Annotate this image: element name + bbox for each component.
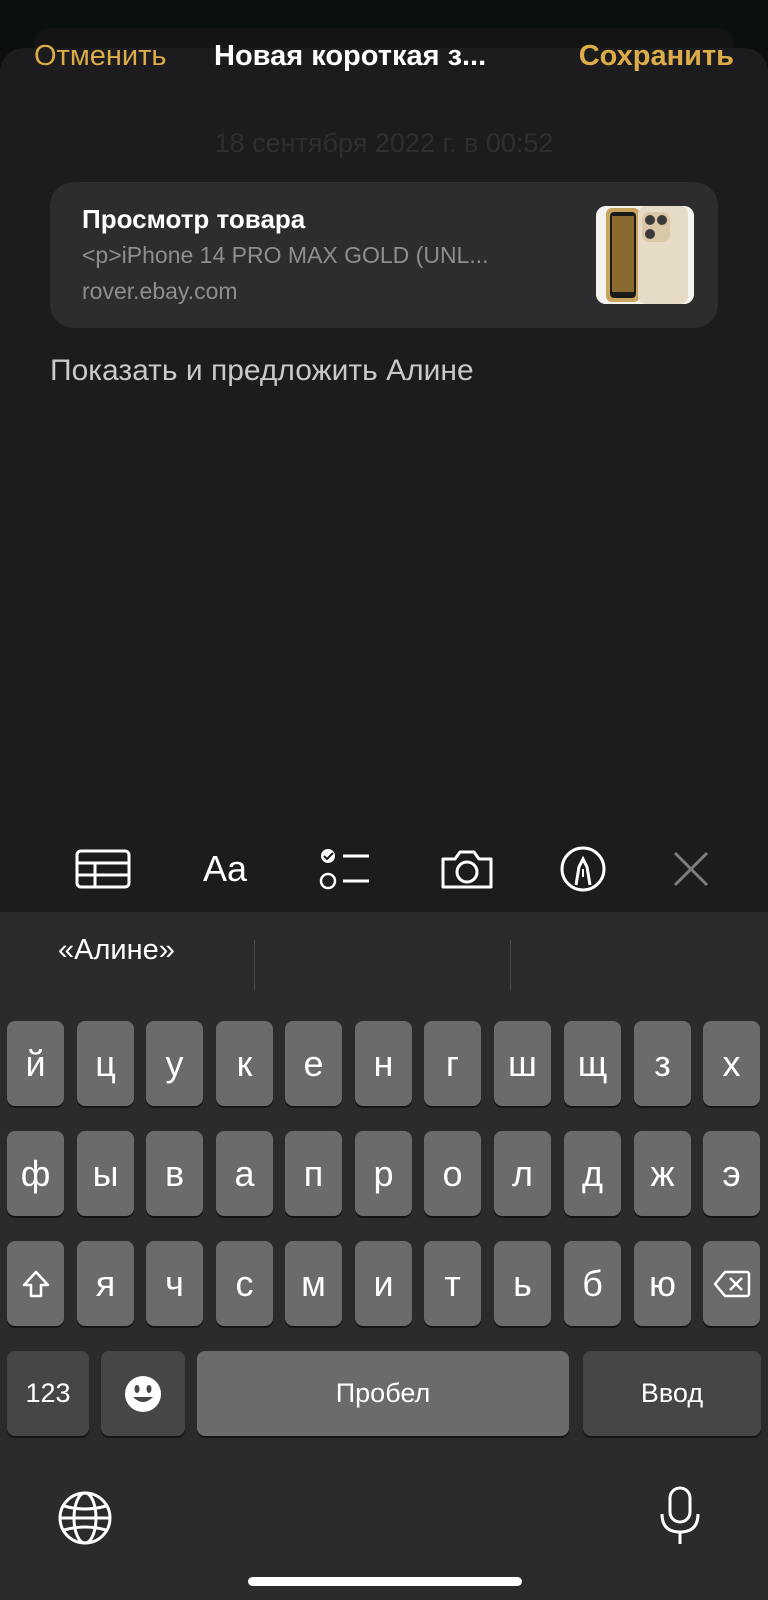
key[interactable]: э: [703, 1131, 760, 1216]
suggestion-item[interactable]: «Алине»: [58, 934, 175, 967]
key[interactable]: м: [285, 1241, 342, 1326]
page-title: Новая короткая з...: [214, 40, 487, 72]
delete-key[interactable]: [703, 1241, 760, 1326]
checklist-icon[interactable]: [312, 836, 378, 902]
key[interactable]: щ: [564, 1021, 621, 1106]
table-icon[interactable]: [70, 836, 136, 902]
home-indicator: [248, 1577, 522, 1586]
key[interactable]: н: [355, 1021, 412, 1106]
key[interactable]: о: [424, 1131, 481, 1216]
space-key[interactable]: Пробел: [197, 1351, 569, 1436]
key[interactable]: е: [285, 1021, 342, 1106]
key[interactable]: ч: [146, 1241, 203, 1326]
shift-icon: [22, 1270, 49, 1297]
suggestion-bar: «Алине»: [0, 912, 768, 1002]
key[interactable]: й: [7, 1021, 64, 1106]
close-icon[interactable]: [658, 836, 724, 902]
note-toolbar: Aa: [0, 836, 768, 902]
key[interactable]: л: [494, 1131, 551, 1216]
key[interactable]: у: [146, 1021, 203, 1106]
note-body-text[interactable]: Показать и предложить Алине: [50, 354, 474, 388]
save-button[interactable]: Сохранить: [579, 40, 734, 73]
key[interactable]: ы: [77, 1131, 134, 1216]
key[interactable]: и: [355, 1241, 412, 1326]
key[interactable]: р: [355, 1131, 412, 1216]
key[interactable]: с: [216, 1241, 273, 1326]
key[interactable]: я: [77, 1241, 134, 1326]
key[interactable]: х: [703, 1021, 760, 1106]
link-preview-card[interactable]: Просмотр товара <p>iPhone 14 PRO MAX GOL…: [50, 182, 718, 328]
key[interactable]: п: [285, 1131, 342, 1216]
cancel-button[interactable]: Отменить: [34, 40, 167, 73]
key[interactable]: в: [146, 1131, 203, 1216]
return-key[interactable]: Ввод: [583, 1351, 761, 1436]
key[interactable]: т: [424, 1241, 481, 1326]
key[interactable]: г: [424, 1021, 481, 1106]
key[interactable]: ю: [634, 1241, 691, 1326]
shift-key[interactable]: [7, 1241, 64, 1326]
key[interactable]: ф: [7, 1131, 64, 1216]
key[interactable]: ц: [77, 1021, 134, 1106]
link-card-title: Просмотр товара: [82, 204, 306, 234]
link-card-description: <p>iPhone 14 PRO MAX GOLD (UNL...: [82, 242, 489, 268]
camera-icon[interactable]: [434, 836, 500, 902]
key[interactable]: б: [564, 1241, 621, 1326]
markup-pen-icon[interactable]: [550, 836, 616, 902]
suggestion-divider: [510, 940, 511, 990]
key[interactable]: а: [216, 1131, 273, 1216]
microphone-icon[interactable]: [652, 1484, 708, 1550]
emoji-key[interactable]: [101, 1351, 185, 1436]
key[interactable]: к: [216, 1021, 273, 1106]
key[interactable]: ж: [634, 1131, 691, 1216]
suggestion-divider: [254, 940, 255, 990]
link-card-domain: rover.ebay.com: [82, 278, 238, 304]
iphone-gold-thumbnail: [596, 206, 694, 304]
numbers-key[interactable]: 123: [7, 1351, 89, 1436]
keyboard: «Алине» й ц у к е н г ш щ з х ф ы в а п …: [0, 912, 768, 1600]
emoji-icon: [125, 1375, 161, 1412]
globe-icon[interactable]: [55, 1488, 115, 1548]
key[interactable]: д: [564, 1131, 621, 1216]
key[interactable]: ь: [494, 1241, 551, 1326]
format-text-button[interactable]: Aa: [192, 836, 258, 902]
delete-icon: [713, 1270, 750, 1297]
key[interactable]: ш: [494, 1021, 551, 1106]
note-date: 18 сентября 2022 г. в 00:52: [214, 128, 554, 158]
key[interactable]: з: [634, 1021, 691, 1106]
